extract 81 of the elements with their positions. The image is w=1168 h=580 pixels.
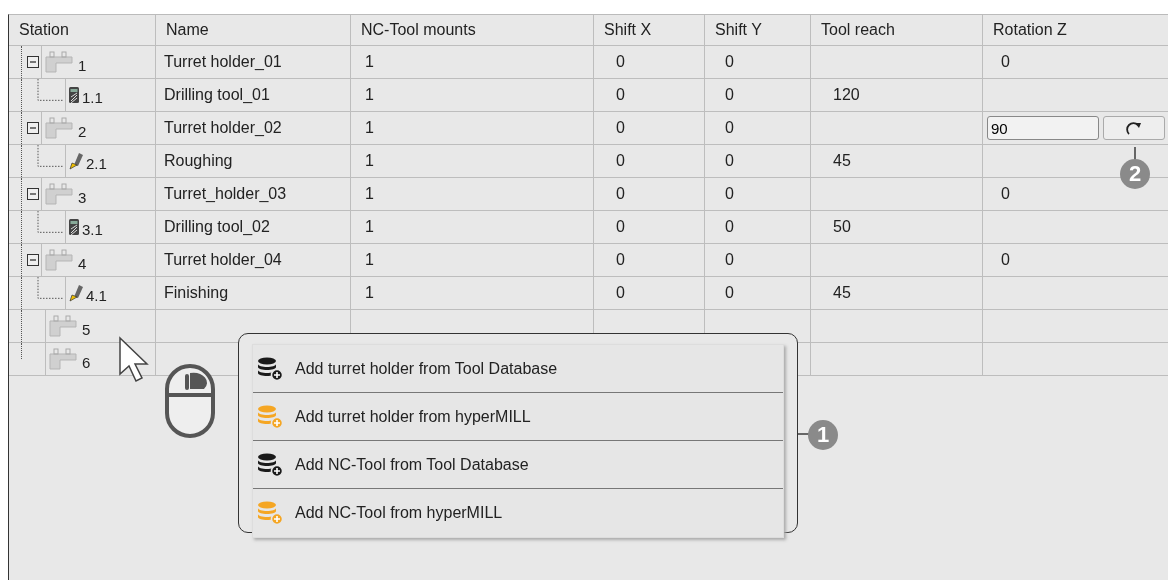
column-header[interactable]: Rotation Z	[983, 15, 1168, 46]
table-cell: 0	[705, 112, 811, 145]
turret-holder-icon	[44, 117, 76, 139]
menu-item[interactable]: Add NC-Tool from Tool Database	[253, 441, 783, 489]
table-cell: 0	[594, 244, 705, 277]
collapse-icon[interactable]	[27, 254, 39, 266]
database-add-icon	[257, 356, 285, 381]
table-cell: 0	[705, 145, 811, 178]
turret-holder-icon	[44, 51, 76, 73]
station-number: 3	[78, 188, 87, 206]
collapse-icon[interactable]	[27, 122, 39, 134]
collapse-icon[interactable]	[27, 56, 39, 68]
station-number: 5	[82, 320, 91, 338]
insert-tool-icon	[68, 284, 84, 302]
table-cell: 1	[351, 277, 594, 310]
table-cell: Drilling tool_01	[156, 79, 351, 112]
table-cell: 0	[983, 244, 1168, 277]
station-number: 4.1	[86, 286, 107, 304]
table-cell: 0	[594, 277, 705, 310]
table-cell: 0	[983, 46, 1168, 79]
table-cell: 0	[594, 178, 705, 211]
table-cell: Roughing	[156, 145, 351, 178]
table-cell: 45	[811, 277, 983, 310]
table-cell: 0	[594, 46, 705, 79]
turret-holder-icon	[44, 183, 76, 205]
station-number: 2.1	[86, 154, 107, 172]
table-cell: 1	[351, 112, 594, 145]
rotate-button[interactable]	[1103, 116, 1165, 140]
menu-item[interactable]: Add turret holder from Tool Database	[253, 345, 783, 393]
table-cell: 0	[705, 79, 811, 112]
column-header[interactable]: Shift X	[594, 15, 705, 46]
table-cell: Drilling tool_02	[156, 211, 351, 244]
station-number: 1	[78, 56, 87, 74]
mouse-pointer-icon	[118, 336, 152, 384]
table-cell: 120	[811, 79, 983, 112]
collapse-icon[interactable]	[27, 188, 39, 200]
table-cell: 0	[705, 178, 811, 211]
table-cell: 0	[594, 145, 705, 178]
menu-item[interactable]: Add turret holder from hyperMILL	[253, 393, 783, 441]
table-cell: Turret holder_04	[156, 244, 351, 277]
rotation-field[interactable]: 90	[987, 116, 1099, 140]
table-cell: 0	[594, 79, 705, 112]
table-cell: Turret holder_02	[156, 112, 351, 145]
table-cell: 50	[811, 211, 983, 244]
table-cell: 0	[705, 244, 811, 277]
drill-tool-icon	[68, 218, 80, 236]
database-add-icon	[257, 452, 285, 477]
rotate-icon	[1125, 120, 1143, 136]
station-number: 6	[82, 353, 91, 371]
turret-holder-icon	[44, 249, 76, 271]
column-header[interactable]: Shift Y	[705, 15, 811, 46]
table-cell: 1	[351, 46, 594, 79]
database-add-icon	[257, 404, 285, 429]
column-header[interactable]: Tool reach	[811, 15, 983, 46]
table-cell: 1	[351, 244, 594, 277]
table-cell: 1	[351, 178, 594, 211]
table-cell: 1	[351, 211, 594, 244]
menu-item[interactable]: Add NC-Tool from hyperMILL	[253, 489, 783, 537]
column-header[interactable]: Name	[156, 15, 351, 46]
table-cell: 1	[351, 145, 594, 178]
station-number: 3.1	[82, 220, 103, 238]
table-cell: Turret_holder_03	[156, 178, 351, 211]
table-cell: Turret holder_01	[156, 46, 351, 79]
insert-tool-icon	[68, 152, 84, 170]
drill-tool-icon	[68, 86, 80, 104]
table-cell: 1	[351, 79, 594, 112]
table-cell: 0	[594, 211, 705, 244]
turret-holder-icon	[48, 348, 80, 370]
table-cell: 0	[705, 46, 811, 79]
column-header[interactable]: Station	[9, 15, 156, 46]
database-add-icon	[257, 501, 285, 525]
station-number: 4	[78, 254, 87, 272]
column-header[interactable]: NC-Tool mounts	[351, 15, 594, 46]
station-number: 2	[78, 122, 87, 140]
table-cell: 0	[705, 277, 811, 310]
table-cell: 0	[594, 112, 705, 145]
table-cell: 45	[811, 145, 983, 178]
table-cell: Finishing	[156, 277, 351, 310]
table-cell: 0	[705, 211, 811, 244]
turret-holder-icon	[48, 315, 80, 337]
station-number: 1.1	[82, 88, 103, 106]
